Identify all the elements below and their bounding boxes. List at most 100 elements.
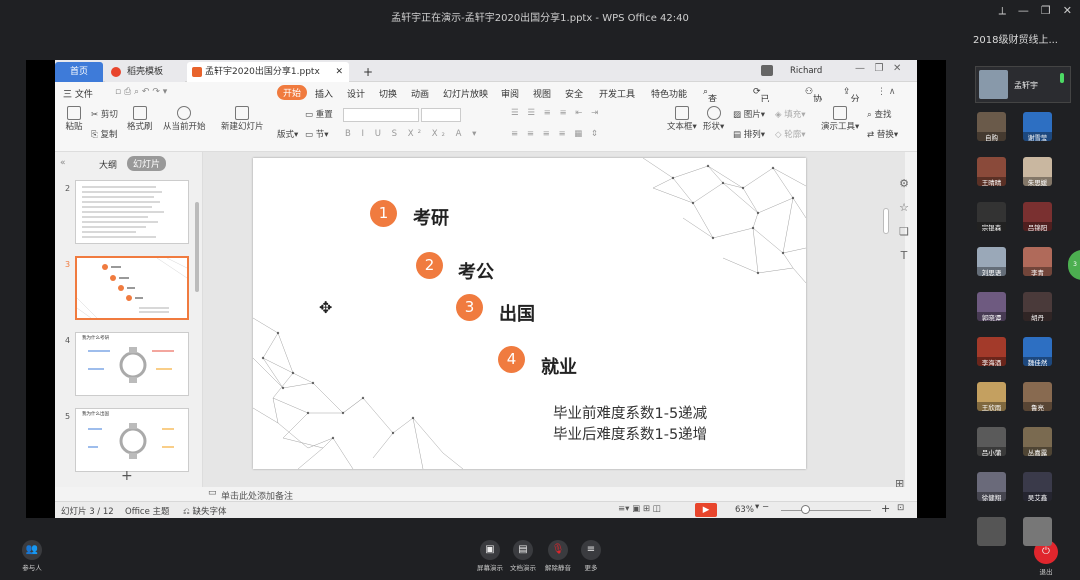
doc-present-button[interactable]: ▤ 文档演示 <box>505 540 541 572</box>
copy-style-icon[interactable]: ❏ <box>895 220 913 244</box>
layout-button[interactable]: 版式▾ <box>277 128 298 140</box>
minimize-icon[interactable]: — <box>1018 4 1029 18</box>
participant-tile[interactable]: 鲁亮 <box>1023 382 1052 411</box>
play-from-current-button[interactable]: 从当前开始 <box>163 106 206 132</box>
font-style-buttons[interactable]: B I U S X² X₂ A ▾ <box>345 129 480 139</box>
replace-button[interactable]: ⇄ 替换▾ <box>867 128 898 140</box>
participant-tile[interactable]: 王欣雨 <box>977 382 1006 411</box>
participant-tile[interactable]: 朱思媛 <box>1023 157 1052 186</box>
tab-outline[interactable]: 大纲 <box>99 158 117 171</box>
menu-share[interactable]: ⇪分享 <box>843 87 860 118</box>
unmute-button[interactable]: 🎙 解除静音 <box>540 540 576 572</box>
cut-button[interactable]: ✂ 剪切 <box>91 108 118 120</box>
menu-home[interactable]: 开始 <box>277 85 308 100</box>
view-buttons[interactable]: ≡▾ ▣ ⊞ ◫ <box>618 504 661 514</box>
badge-icon[interactable] <box>761 65 773 76</box>
tab-docer[interactable]: 稻壳模板 <box>105 62 185 82</box>
menu-security[interactable]: 安全 <box>565 87 583 100</box>
tab-slides[interactable]: 幻灯片 <box>127 156 167 171</box>
copy-button[interactable]: ⎘ 复制 <box>91 128 118 140</box>
font-name-select[interactable] <box>343 108 419 122</box>
share-screen-button[interactable]: ▣ 屏幕演示 <box>472 540 508 572</box>
window-controls[interactable]: — ❐ ✕ <box>855 63 901 74</box>
zoom-out-icon[interactable]: ▾ − <box>755 502 769 512</box>
participant-tile[interactable]: 郭晓谭 <box>977 292 1006 321</box>
quick-access-icons[interactable]: ▫ ⎙ ⌕ ↶ ↷ ▾ <box>115 87 167 97</box>
participant-tile[interactable]: 徐健翔 <box>977 472 1006 501</box>
presenter-card[interactable]: 孟轩宇 <box>975 66 1071 103</box>
user-name[interactable]: Richard <box>790 66 822 76</box>
star-icon[interactable]: ☆ <box>895 196 913 220</box>
picture-button[interactable]: ▨ 图片▾ <box>733 108 765 120</box>
menu-review[interactable]: 审阅 <box>501 87 519 100</box>
zoom-slider-handle[interactable] <box>801 505 810 514</box>
slide-thumb-3-selected[interactable] <box>75 256 189 320</box>
participant-tile[interactable]: 谢雪莹 <box>1023 112 1052 141</box>
find-button[interactable]: ⌕ 查找 <box>867 108 891 120</box>
participant-tile[interactable]: 丛嘉露 <box>1023 427 1052 456</box>
menu-devtools[interactable]: 开发工具 <box>599 87 635 100</box>
participant-tile[interactable]: 李海酒 <box>977 337 1006 366</box>
slide-thumb-2[interactable] <box>75 180 189 244</box>
zoom-slider[interactable] <box>781 510 871 511</box>
theme-name[interactable]: Office 主题 <box>125 505 170 517</box>
restore-icon[interactable]: ❐ <box>1041 4 1051 18</box>
participants-button[interactable]: 👥 参与人 <box>14 540 50 572</box>
fill-button[interactable]: ◈ 填充▾ <box>775 108 806 120</box>
tab-document[interactable]: 孟轩宇2020出国分享1.pptx ✕ <box>187 62 349 82</box>
participant-tile[interactable]: 王晴晴 <box>977 157 1006 186</box>
menu-insert[interactable]: 插入 <box>315 87 333 100</box>
add-slide-button[interactable]: + <box>121 468 133 484</box>
slide-thumb-4[interactable]: 我为什么考研 <box>75 332 189 396</box>
font-size-select[interactable] <box>421 108 461 122</box>
tab-home[interactable]: 首页 <box>55 62 103 82</box>
menu-animation[interactable]: 动画 <box>411 87 429 100</box>
menu-synced[interactable]: ⟳已同步 <box>753 87 770 131</box>
side-expand-handle[interactable]: 3 <box>1068 250 1080 280</box>
participant-tile[interactable]: 魏佳然 <box>1023 337 1052 366</box>
menu-features[interactable]: 特色功能 <box>651 87 687 100</box>
participant-tile[interactable]: 吴艾鑫 <box>1023 472 1052 501</box>
participant-tile[interactable]: 吕小蒲 <box>977 427 1006 456</box>
participant-tile[interactable] <box>977 517 1006 546</box>
paste-button[interactable]: 粘贴 <box>63 106 85 132</box>
edit-scrollbar[interactable] <box>883 208 889 234</box>
reset-button[interactable]: ▭ 重置 <box>305 108 333 120</box>
textbox-button[interactable]: 文本框▾ <box>667 106 697 132</box>
missing-font[interactable]: ⎌ 缺失字体 <box>183 505 227 517</box>
paragraph-buttons[interactable]: ☰ ☰ ≡ ≡ ⇤ ⇥ <box>511 108 601 118</box>
adjust-icon[interactable]: ⚙ <box>895 172 913 196</box>
menu-file[interactable]: 三 文件 <box>63 87 93 100</box>
tab-close-icon[interactable]: ✕ <box>335 62 343 82</box>
thumb-scrollbar[interactable] <box>195 202 199 292</box>
zoom-level[interactable]: 63% <box>735 505 754 515</box>
participant-tile[interactable]: 李青 <box>1023 247 1052 276</box>
close-icon[interactable]: ✕ <box>1063 4 1072 18</box>
menu-transition[interactable]: 切换 <box>379 87 397 100</box>
align-buttons[interactable]: ≡ ≡ ≡ ≡ ▦ ⇕ <box>511 129 601 139</box>
collapse-icon[interactable]: « <box>60 158 66 168</box>
menu-collab[interactable]: ⚇协作 <box>805 87 822 118</box>
participant-tile[interactable]: 宗锟森 <box>977 202 1006 231</box>
menu-slideshow[interactable]: 幻灯片放映 <box>443 87 488 100</box>
format-painter-button[interactable]: 格式刷 <box>127 106 153 132</box>
pin-icon[interactable]: ⟂ <box>999 4 1006 18</box>
play-slideshow-button[interactable]: ▶ <box>695 503 717 517</box>
slide-thumb-5[interactable]: 我为什么出国 <box>75 408 189 472</box>
notes-bar[interactable]: ▭ 单击此处添加备注 <box>203 487 917 502</box>
arrange-button[interactable]: ▤ 排列▾ <box>733 128 765 140</box>
menu-design[interactable]: 设计 <box>347 87 365 100</box>
participant-tile[interactable]: 刘思语 <box>977 247 1006 276</box>
menu-search[interactable]: ⌕查找 <box>703 87 717 118</box>
slide-canvas[interactable]: 1 考研 2 考公 3 出国 4 就业 毕业前难度系数1-5递减 毕业后难度系数… <box>253 158 806 469</box>
new-slide-button[interactable]: 新建幻灯片 <box>221 106 264 132</box>
shape-button[interactable]: 形状▾ <box>703 106 724 132</box>
more-icon[interactable]: ⋮ ∧ <box>877 87 895 97</box>
new-tab-button[interactable]: + <box>355 62 381 82</box>
section-button[interactable]: ▭ 节▾ <box>305 128 329 140</box>
present-tools-button[interactable]: 演示工具▾ <box>821 106 859 132</box>
fit-window-icon[interactable]: ⊡ <box>897 503 904 513</box>
participant-tile[interactable]: 吕锦阳 <box>1023 202 1052 231</box>
participant-tile[interactable]: 胡丹 <box>1023 292 1052 321</box>
outline-button[interactable]: ◇ 轮廓▾ <box>775 128 806 140</box>
